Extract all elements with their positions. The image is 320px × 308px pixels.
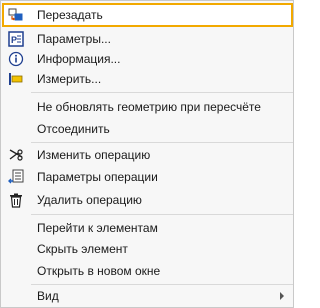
context-menu: Перезадать P Параметры... Информация... [0, 0, 294, 308]
svg-text:P: P [11, 35, 17, 45]
submenu-arrow-icon [280, 292, 284, 300]
info-icon [8, 51, 24, 67]
menu-item-delete-operation[interactable]: Удалить операцию [2, 190, 292, 210]
menu-separator [31, 284, 293, 285]
redefine-icon [8, 7, 24, 23]
measure-icon [8, 71, 24, 87]
menu-item-label: Параметры операции [37, 170, 158, 184]
menu-separator [31, 92, 293, 93]
parameters-icon: P [8, 31, 24, 47]
menu-item-label: Не обновлять геометрию при пересчёте [37, 100, 261, 114]
menu-item-open-new-window[interactable]: Открыть в новом окне [2, 261, 292, 281]
trash-icon [8, 192, 24, 208]
menu-item-label: Перейти к элементам [37, 221, 158, 235]
menu-separator [31, 214, 293, 215]
menu-item-edit-operation[interactable]: Изменить операцию [2, 145, 292, 165]
menu-item-go-to-elements[interactable]: Перейти к элементам [2, 218, 292, 238]
menu-item-hide-element[interactable]: Скрыть элемент [2, 239, 292, 259]
edit-operation-icon [8, 147, 24, 163]
menu-item-label: Открыть в новом окне [37, 264, 161, 278]
menu-item-label: Скрыть элемент [37, 242, 128, 256]
menu-item-label: Перезадать [37, 8, 103, 22]
operation-parameters-icon [8, 169, 24, 185]
menu-item-label: Измерить... [37, 72, 102, 86]
menu-item-detach[interactable]: Отсоединить [2, 119, 292, 139]
menu-item-no-geometry-update[interactable]: Не обновлять геометрию при пересчёте [2, 97, 292, 117]
menu-separator [31, 142, 293, 143]
menu-item-view[interactable]: Вид [2, 286, 292, 306]
menu-item-measure[interactable]: Измерить... [2, 69, 292, 89]
menu-item-operation-parameters[interactable]: Параметры операции [2, 167, 292, 187]
menu-item-parameters[interactable]: P Параметры... [2, 29, 292, 49]
menu-item-information[interactable]: Информация... [2, 49, 292, 69]
menu-item-label: Вид [37, 289, 59, 303]
menu-item-label: Удалить операцию [37, 193, 142, 207]
menu-item-label: Параметры... [37, 32, 111, 46]
menu-item-redefine[interactable]: Перезадать [2, 3, 293, 27]
menu-item-label: Изменить операцию [37, 148, 151, 162]
menu-item-label: Информация... [37, 52, 121, 66]
menu-item-label: Отсоединить [37, 122, 110, 136]
